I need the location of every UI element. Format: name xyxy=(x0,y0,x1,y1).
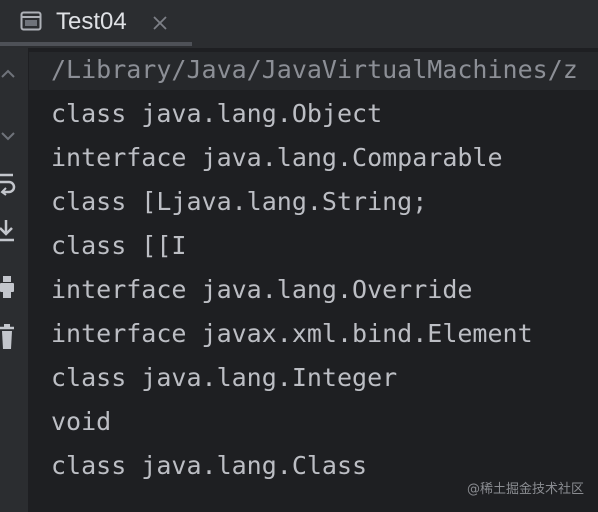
print-icon[interactable] xyxy=(0,274,22,300)
scroll-up-icon[interactable] xyxy=(0,60,22,86)
watermark: @稀土掘金技术社区 xyxy=(466,482,584,497)
active-tab-indicator xyxy=(0,42,192,46)
console-line: interface java.lang.Comparable xyxy=(51,143,503,172)
console-line: class [[I xyxy=(51,231,187,260)
console-line: interface java.lang.Override xyxy=(51,275,473,304)
tab-title: Test04 xyxy=(56,8,127,35)
console-line: class java.lang.Class xyxy=(51,451,368,480)
tab-test04[interactable]: Test04 xyxy=(0,0,192,48)
close-icon[interactable] xyxy=(150,13,170,33)
console-line: class java.lang.Object xyxy=(51,99,383,128)
editor-tab-bar: Test04 xyxy=(0,0,598,48)
console-line: void xyxy=(51,407,112,436)
console-path-line: /Library/Java/JavaVirtualMachines/z xyxy=(51,55,578,84)
trash-icon[interactable] xyxy=(0,324,22,350)
console-line: interface javax.xml.bind.Element xyxy=(51,319,533,348)
console-line: class java.lang.Integer xyxy=(51,363,398,392)
scroll-to-end-icon[interactable] xyxy=(0,218,22,244)
console-window-icon xyxy=(20,11,42,31)
soft-wrap-icon[interactable] xyxy=(0,170,22,196)
console-output[interactable]: /Library/Java/JavaVirtualMachines/z clas… xyxy=(29,48,598,512)
console-line: class [Ljava.lang.String; xyxy=(51,187,428,216)
scroll-down-icon[interactable] xyxy=(0,124,22,150)
console-toolbar xyxy=(0,48,28,512)
